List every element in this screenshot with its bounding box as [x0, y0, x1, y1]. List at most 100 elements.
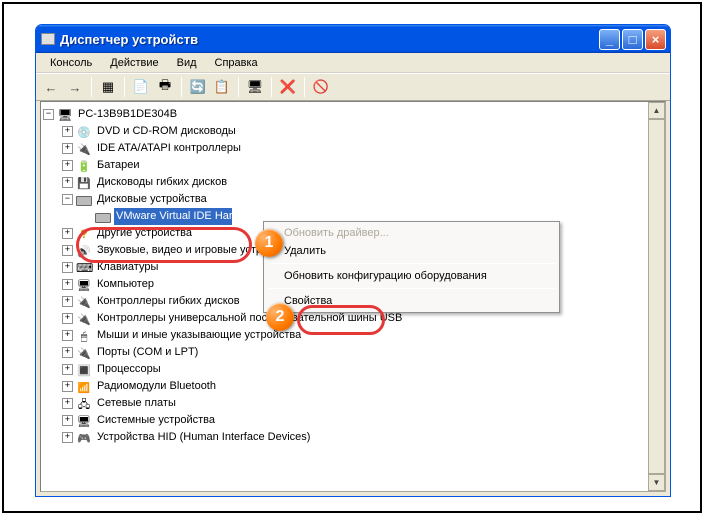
- expander-icon[interactable]: +: [62, 177, 73, 188]
- scroll-down-button[interactable]: ▼: [648, 474, 665, 491]
- annotation-badge-1: 1: [255, 229, 283, 257]
- device-category-icon: [76, 379, 92, 395]
- device-category-icon: [76, 277, 92, 293]
- ctx-properties[interactable]: Свойства: [266, 292, 557, 310]
- expander-icon[interactable]: −: [62, 194, 73, 205]
- tree-node-label: Радиомодули Bluetooth: [95, 378, 218, 395]
- device-category-icon: [76, 260, 92, 276]
- tree-node-label: Порты (COM и LPT): [95, 344, 200, 361]
- expander-icon[interactable]: +: [62, 415, 73, 426]
- tree-node[interactable]: + Мыши и иные указывающие устройства: [43, 327, 663, 344]
- titlebar[interactable]: Диспетчер устройств _ □ ×: [36, 25, 670, 53]
- menu-console[interactable]: Консоль: [42, 55, 100, 71]
- tree-node[interactable]: − Дисковые устройства: [43, 191, 663, 208]
- tree-node-label: Системные устройства: [95, 412, 217, 429]
- device-category-icon: [76, 158, 92, 174]
- expander-icon[interactable]: +: [62, 228, 73, 239]
- tree-node[interactable]: + IDE ATA/ATAPI контроллеры: [43, 140, 663, 157]
- toolbar-btn-properties[interactable]: 📄: [130, 76, 152, 98]
- tree-node-label: DVD и CD-ROM дисководы: [95, 123, 238, 140]
- tree-node-label: Контроллеры гибких дисков: [95, 293, 242, 310]
- menu-help[interactable]: Справка: [207, 55, 266, 71]
- tree-root-label: PC-13B9B1DE304B: [76, 106, 179, 123]
- expander-icon[interactable]: +: [62, 432, 73, 443]
- ctx-separator: [268, 263, 555, 264]
- tree-node-label: Устройства HID (Human Interface Devices): [95, 429, 312, 446]
- tree-child-label: VMware Virtual IDE Hard Drive: [114, 208, 232, 225]
- expander-icon[interactable]: +: [62, 398, 73, 409]
- tree-node[interactable]: + Процессоры: [43, 361, 663, 378]
- expander-icon[interactable]: +: [62, 296, 73, 307]
- expander-icon[interactable]: +: [62, 381, 73, 392]
- device-category-icon: [76, 226, 92, 242]
- menu-action[interactable]: Действие: [102, 55, 166, 71]
- ctx-separator: [268, 288, 555, 289]
- toolbar-btn-update[interactable]: 📋: [211, 76, 233, 98]
- disk-icon: [95, 209, 111, 225]
- expander-icon[interactable]: −: [43, 109, 54, 120]
- tree-node-label: Дисководы гибких дисков: [95, 174, 229, 191]
- expander-icon[interactable]: +: [62, 126, 73, 137]
- device-category-icon: [76, 243, 92, 259]
- expander-icon[interactable]: +: [62, 364, 73, 375]
- menu-view[interactable]: Вид: [169, 55, 205, 71]
- ctx-refresh-config[interactable]: Обновить конфигурацию оборудования: [266, 267, 557, 285]
- close-button[interactable]: ×: [645, 29, 666, 50]
- back-button: ←: [40, 76, 62, 98]
- expander-icon[interactable]: +: [62, 347, 73, 358]
- toolbar-btn-remove[interactable]: 🚫: [310, 76, 332, 98]
- ctx-update-driver: Обновить драйвер...: [266, 224, 557, 242]
- device-category-icon: [76, 311, 92, 327]
- expander-icon[interactable]: +: [62, 330, 73, 341]
- tree-node[interactable]: + Порты (COM и LPT): [43, 344, 663, 361]
- toolbar-btn-uninstall[interactable]: ❌: [277, 76, 299, 98]
- tree-node[interactable]: + Батареи: [43, 157, 663, 174]
- toolbar-btn-scan[interactable]: 🖥: [244, 76, 266, 98]
- expander-icon[interactable]: +: [62, 245, 73, 256]
- tree-node[interactable]: + Дисководы гибких дисков: [43, 174, 663, 191]
- tree-node-label: Дисковые устройства: [95, 191, 209, 208]
- toolbar: ← → ▦ 📄 🖶 🔄 📋 🖥 ❌ 🚫: [36, 73, 670, 101]
- scroll-thumb[interactable]: [648, 119, 665, 474]
- minimize-button[interactable]: _: [599, 29, 620, 50]
- window-title: Диспетчер устройств: [60, 32, 599, 47]
- maximize-button[interactable]: □: [622, 29, 643, 50]
- expander-icon[interactable]: +: [62, 143, 73, 154]
- scroll-up-button[interactable]: ▲: [648, 102, 665, 119]
- toolbar-btn-refresh[interactable]: 🔄: [187, 76, 209, 98]
- tree-node-label: Сетевые платы: [95, 395, 178, 412]
- device-category-icon: [76, 294, 92, 310]
- tree-node[interactable]: + Радиомодули Bluetooth: [43, 378, 663, 395]
- tree-node[interactable]: + Сетевые платы: [43, 395, 663, 412]
- device-category-icon: [76, 396, 92, 412]
- context-menu: Обновить драйвер... Удалить Обновить кон…: [263, 221, 560, 313]
- expander-icon[interactable]: +: [62, 160, 73, 171]
- toolbar-btn-print[interactable]: 🖶: [154, 76, 176, 98]
- vertical-scrollbar[interactable]: ▲ ▼: [648, 102, 665, 491]
- tree-root[interactable]: − PC-13B9B1DE304B: [43, 106, 663, 123]
- tree-node-label: Клавиатуры: [95, 259, 160, 276]
- device-category-icon: [76, 192, 92, 208]
- app-icon: [40, 31, 56, 47]
- toolbar-btn-view[interactable]: ▦: [97, 76, 119, 98]
- tree-node-label: Батареи: [95, 157, 142, 174]
- tree-node[interactable]: + Устройства HID (Human Interface Devices…: [43, 429, 663, 446]
- tree-node-label: IDE ATA/ATAPI контроллеры: [95, 140, 243, 157]
- device-category-icon: [76, 328, 92, 344]
- device-category-icon: [76, 430, 92, 446]
- expander-icon[interactable]: +: [62, 262, 73, 273]
- expander-icon[interactable]: +: [62, 313, 73, 324]
- ctx-delete[interactable]: Удалить: [266, 242, 557, 260]
- device-category-icon: [76, 345, 92, 361]
- tree-node[interactable]: + Системные устройства: [43, 412, 663, 429]
- device-category-icon: [76, 413, 92, 429]
- device-category-icon: [76, 141, 92, 157]
- expander-icon[interactable]: +: [62, 279, 73, 290]
- tree-node[interactable]: + DVD и CD-ROM дисководы: [43, 123, 663, 140]
- tree-node-label: Мыши и иные указывающие устройства: [95, 327, 303, 344]
- tree-node-label: Процессоры: [95, 361, 163, 378]
- tree-node-label: Компьютер: [95, 276, 156, 293]
- tree-node-label: Другие устройства: [95, 225, 194, 242]
- annotation-badge-2: 2: [266, 303, 294, 331]
- menubar: Консоль Действие Вид Справка: [36, 53, 670, 73]
